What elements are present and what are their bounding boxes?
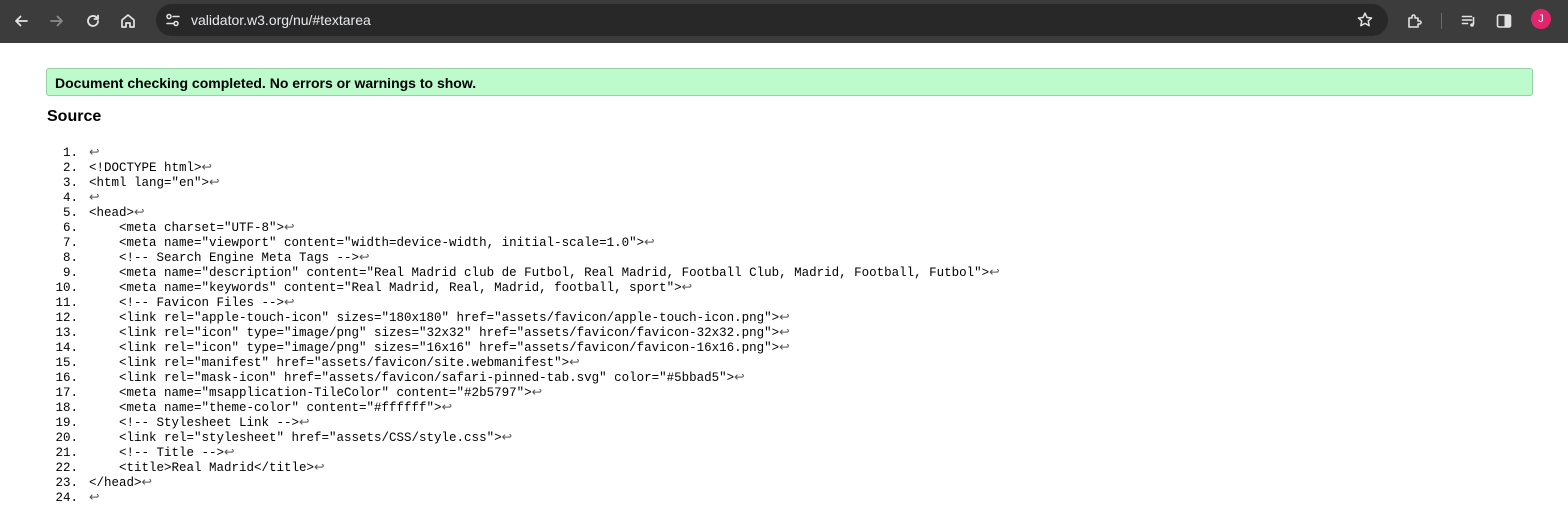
line-text: <meta name="description" content="Real M… bbox=[89, 266, 1000, 280]
arrow-right-icon bbox=[50, 15, 63, 27]
line-number: 13. bbox=[55, 326, 78, 340]
line-text: <link rel="manifest" href="assets/favico… bbox=[89, 356, 580, 370]
line-break-icon: ↩ bbox=[531, 386, 543, 400]
line-number: 8. bbox=[62, 251, 78, 265]
address-bar[interactable]: validator.w3.org/nu/#textarea bbox=[156, 4, 1388, 36]
back-button[interactable] bbox=[8, 8, 34, 34]
line-number: 21. bbox=[55, 446, 78, 460]
line-break-icon: ↩ bbox=[89, 491, 100, 505]
line-number: 10. bbox=[55, 281, 78, 295]
line-text: ↩ bbox=[89, 191, 99, 206]
extensions-button[interactable] bbox=[1402, 8, 1428, 34]
line-break-icon: ↩ bbox=[734, 371, 745, 385]
line-break-icon: ↩ bbox=[299, 416, 310, 430]
forward-button[interactable] bbox=[44, 8, 70, 34]
line-break-icon: ↩ bbox=[681, 281, 693, 295]
line-number: 14. bbox=[55, 341, 78, 355]
success-message: Document checking completed. No errors o… bbox=[55, 75, 477, 91]
line-text: <meta name="viewport" content="width=dev… bbox=[89, 236, 655, 250]
line-break-icon: ↩ bbox=[89, 191, 100, 205]
arrow-left-icon bbox=[15, 15, 28, 27]
line-break-icon: ↩ bbox=[779, 326, 790, 340]
toolbar-divider bbox=[1441, 13, 1442, 29]
line-number: 4. bbox=[62, 191, 78, 205]
side-panel-button[interactable] bbox=[1491, 8, 1517, 34]
line-break-icon: ↩ bbox=[284, 221, 295, 235]
line-text: <!-- Favicon Files -->↩ bbox=[89, 296, 295, 310]
home-icon bbox=[121, 14, 135, 28]
line-number: 19. bbox=[55, 416, 78, 430]
line-number: 16. bbox=[55, 371, 78, 385]
reload-button[interactable] bbox=[80, 8, 106, 34]
line-number: 7. bbox=[62, 236, 78, 250]
line-text: <meta name="theme-color" content="#fffff… bbox=[89, 401, 453, 415]
line-text: <meta name="msapplication-TileColor" con… bbox=[89, 386, 543, 400]
success-message-box: Document checking completed. No errors o… bbox=[46, 68, 1533, 96]
line-text: <!-- Title -->↩ bbox=[89, 446, 235, 460]
profile-avatar[interactable]: J bbox=[1531, 9, 1551, 29]
side-panel-icon bbox=[1496, 14, 1512, 28]
line-break-icon: ↩ bbox=[569, 356, 580, 370]
line-number: 5. bbox=[62, 206, 78, 220]
home-button[interactable] bbox=[115, 8, 141, 34]
line-text: </head>↩ bbox=[89, 476, 152, 490]
line-break-icon: ↩ bbox=[141, 476, 152, 490]
line-text: <html lang="en">↩ bbox=[89, 176, 220, 190]
line-text: <head>↩ bbox=[89, 206, 145, 220]
reload-icon bbox=[87, 14, 99, 27]
line-number: 17. bbox=[55, 386, 78, 400]
queue-music-icon bbox=[1461, 15, 1475, 27]
line-text: <!DOCTYPE html>↩ bbox=[89, 161, 213, 175]
line-text: ↩ bbox=[89, 146, 99, 161]
line-break-icon: ↩ bbox=[284, 296, 295, 310]
line-number: 15. bbox=[55, 356, 78, 370]
line-number: 1. bbox=[62, 146, 78, 160]
line-break-icon: ↩ bbox=[209, 176, 220, 190]
line-number: 23. bbox=[55, 476, 78, 490]
line-number: 2. bbox=[62, 161, 78, 175]
url-text[interactable]: validator.w3.org/nu/#textarea bbox=[191, 12, 371, 28]
site-info-icon[interactable] bbox=[164, 11, 182, 29]
bookmark-star-icon[interactable] bbox=[1356, 11, 1374, 29]
line-number: 12. bbox=[55, 311, 78, 325]
line-break-icon: ↩ bbox=[989, 266, 1000, 280]
line-number: 11. bbox=[55, 296, 78, 310]
line-break-icon: ↩ bbox=[441, 401, 453, 415]
line-break-icon: ↩ bbox=[201, 161, 213, 175]
line-text: <link rel="stylesheet" href="assets/CSS/… bbox=[89, 431, 513, 445]
line-break-icon: ↩ bbox=[779, 311, 790, 325]
line-number: 18. bbox=[55, 401, 78, 415]
line-break-icon: ↩ bbox=[89, 146, 100, 160]
line-text: <link rel="icon" type="image/png" sizes=… bbox=[89, 326, 790, 340]
line-number: 9. bbox=[62, 266, 78, 280]
line-break-icon: ↩ bbox=[134, 206, 145, 220]
source-heading: Source bbox=[47, 108, 102, 125]
line-text: <!-- Stylesheet Link -->↩ bbox=[89, 416, 310, 430]
line-break-icon: ↩ bbox=[314, 461, 325, 475]
line-break-icon: ↩ bbox=[779, 341, 790, 355]
line-number: 22. bbox=[55, 461, 78, 475]
line-break-icon: ↩ bbox=[359, 251, 370, 265]
line-number: 3. bbox=[62, 176, 78, 190]
media-controls-button[interactable] bbox=[1456, 8, 1482, 34]
puzzle-icon bbox=[1408, 14, 1422, 28]
line-number: 6. bbox=[62, 221, 78, 235]
line-text: <link rel="apple-touch-icon" sizes="180x… bbox=[89, 311, 790, 325]
line-break-icon: ↩ bbox=[501, 431, 513, 445]
line-number: 20. bbox=[55, 431, 78, 445]
line-text: <title>Real Madrid</title>↩ bbox=[89, 461, 325, 475]
line-break-icon: ↩ bbox=[644, 236, 655, 250]
line-text: <link rel="mask-icon" href="assets/favic… bbox=[89, 371, 745, 385]
line-text: <link rel="icon" type="image/png" sizes=… bbox=[89, 341, 790, 355]
line-break-icon: ↩ bbox=[224, 446, 235, 460]
browser-toolbar: validator.w3.org/nu/#textarea J bbox=[0, 0, 1568, 43]
line-text: <meta name="keywords" content="Real Madr… bbox=[89, 281, 693, 295]
line-text: <!-- Search Engine Meta Tags -->↩ bbox=[89, 251, 370, 265]
line-text: <meta charset="UTF-8">↩ bbox=[89, 221, 295, 235]
